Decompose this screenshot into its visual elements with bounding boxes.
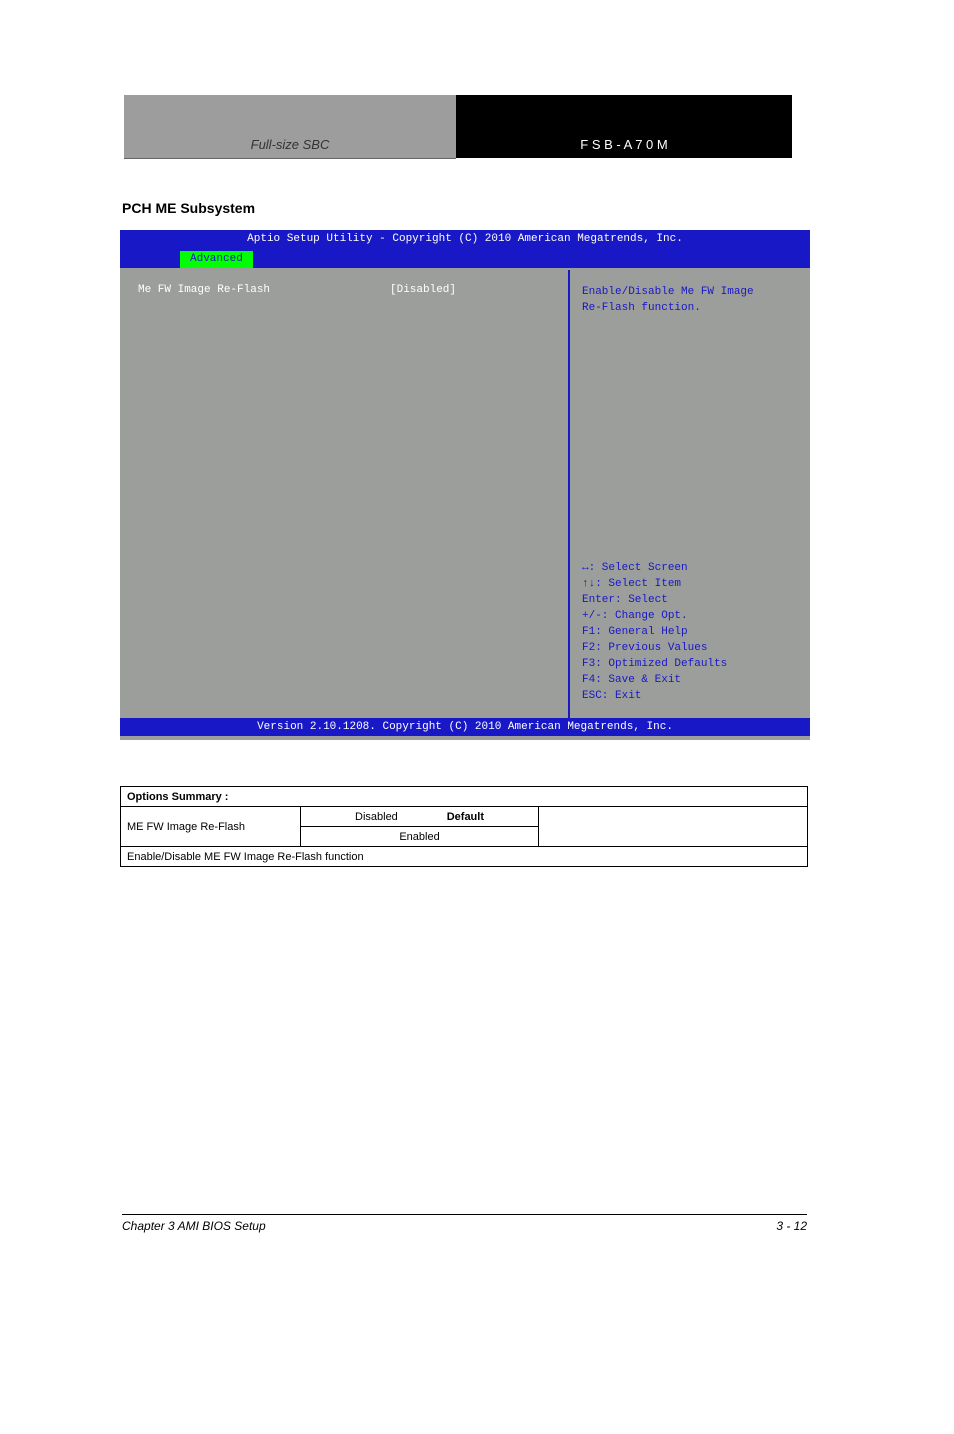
option-value-text: Disabled — [355, 811, 398, 823]
bios-key-help: ↔: Select Screen ↑↓: Select Item Enter: … — [582, 560, 798, 704]
bios-tab-bar: Advanced — [120, 248, 810, 268]
footer-page-number: 3 - 12 — [776, 1219, 807, 1233]
bios-key-line: Enter: Select — [582, 592, 798, 608]
bios-footer-bar: Version 2.10.1208. Copyright (C) 2010 Am… — [120, 718, 810, 736]
spacer — [582, 316, 798, 560]
options-summary-table: Options Summary : ME FW Image Re-Flash D… — [120, 786, 808, 867]
table-title-cell: Options Summary : — [121, 787, 808, 807]
page-footer: Chapter 3 AMI BIOS Setup 3 - 12 — [122, 1214, 807, 1233]
bios-screenshot: Aptio Setup Utility - Copyright (C) 2010… — [120, 230, 810, 740]
document-header: Full-size SBC F S B - A 7 0 M — [124, 95, 792, 159]
table-row: Enable/Disable ME FW Image Re-Flash func… — [121, 847, 808, 867]
option-name-cell: ME FW Image Re-Flash — [121, 807, 301, 847]
bios-help-line: Re-Flash function. — [582, 300, 798, 316]
bios-key-line: ↔: Select Screen — [582, 560, 798, 576]
option-desc-empty — [539, 807, 808, 847]
option-value-cell: Disabled Default — [301, 807, 539, 827]
bios-key-line: F1: General Help — [582, 624, 798, 640]
bios-key-line: ESC: Exit — [582, 688, 798, 704]
table-header-row: Options Summary : — [121, 787, 808, 807]
footer-chapter: Chapter 3 AMI BIOS Setup — [122, 1219, 266, 1233]
bios-setting-row[interactable]: Me FW Image Re-Flash [Disabled] — [138, 284, 550, 296]
bios-title-bar: Aptio Setup Utility - Copyright (C) 2010… — [120, 230, 810, 248]
bios-key-line: ↑↓: Select Item — [582, 576, 798, 592]
bios-right-pane: Enable/Disable Me FW Image Re-Flash func… — [568, 270, 810, 718]
bios-key-line: F3: Optimized Defaults — [582, 656, 798, 672]
header-left-title: Full-size SBC — [124, 95, 456, 159]
bios-tab-advanced[interactable]: Advanced — [180, 251, 253, 268]
bios-setting-label: Me FW Image Re-Flash — [138, 284, 390, 296]
bios-key-line: +/-: Change Opt. — [582, 608, 798, 624]
option-default-marker: Default — [447, 811, 484, 823]
table-row: ME FW Image Re-Flash Disabled Default — [121, 807, 808, 827]
bios-key-line: F4: Save & Exit — [582, 672, 798, 688]
header-right-model: F S B - A 7 0 M — [456, 95, 792, 159]
bios-body: Me FW Image Re-Flash [Disabled] Enable/D… — [120, 268, 810, 718]
bios-help-description: Enable/Disable Me FW Image Re-Flash func… — [582, 284, 798, 316]
bios-left-pane: Me FW Image Re-Flash [Disabled] — [120, 270, 568, 718]
option-description-cell: Enable/Disable ME FW Image Re-Flash func… — [121, 847, 808, 867]
option-value-cell: Enabled — [301, 827, 539, 847]
section-title: PCH ME Subsystem — [122, 200, 255, 216]
bios-setting-value: [Disabled] — [390, 284, 456, 296]
bios-key-line: F2: Previous Values — [582, 640, 798, 656]
bios-help-line: Enable/Disable Me FW Image — [582, 284, 798, 300]
